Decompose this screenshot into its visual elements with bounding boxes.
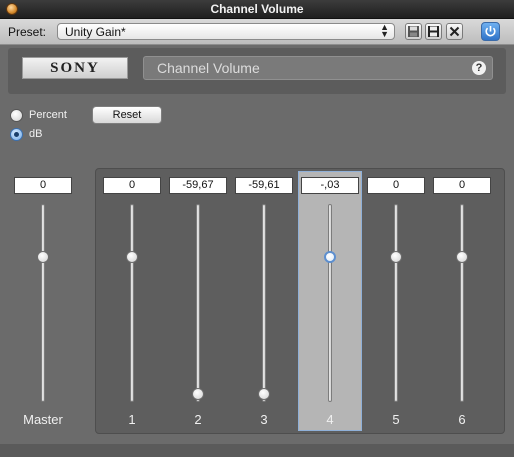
channel-6-fader-track[interactable] bbox=[460, 204, 464, 402]
radio-percent-label: Percent bbox=[29, 109, 67, 121]
bypass-power-button[interactable] bbox=[481, 22, 500, 41]
channel-2-fader-knob[interactable] bbox=[192, 388, 204, 400]
delete-icon bbox=[449, 26, 460, 37]
channel-5-label: 5 bbox=[392, 412, 400, 427]
channel-6-value-field[interactable]: 0 bbox=[433, 177, 491, 194]
title-bar: Channel Volume bbox=[0, 0, 514, 19]
channel-2-value-field[interactable]: -59,67 bbox=[169, 177, 227, 194]
channel-4-label: 4 bbox=[326, 412, 334, 427]
preset-toolbar: Preset: Unity Gain* ▲ ▼ bbox=[0, 19, 514, 45]
radio-db[interactable] bbox=[10, 128, 23, 141]
channel-2-label: 2 bbox=[194, 412, 202, 427]
save-preset-button[interactable] bbox=[405, 23, 422, 40]
window-bottom-edge bbox=[0, 444, 514, 457]
channel-1-value-field[interactable]: 0 bbox=[103, 177, 161, 194]
channel-6-label: 6 bbox=[458, 412, 466, 427]
master-value-field[interactable]: 0 bbox=[14, 177, 72, 194]
channel-3-label: 3 bbox=[260, 412, 268, 427]
channel-5-value-field[interactable]: 0 bbox=[367, 177, 425, 194]
updown-arrows-icon: ▲ ▼ bbox=[380, 22, 389, 39]
preset-dropdown[interactable]: Unity Gain* ▲ ▼ bbox=[57, 23, 395, 40]
power-icon bbox=[485, 26, 496, 37]
master-label: Master bbox=[23, 412, 63, 427]
channel-5-fader-track[interactable] bbox=[394, 204, 398, 402]
channel-3-value-field[interactable]: -59,61 bbox=[235, 177, 293, 194]
plugin-header: SONY Channel Volume ? bbox=[8, 48, 506, 94]
preset-value: Unity Gain* bbox=[65, 25, 126, 39]
save-as-preset-button[interactable] bbox=[425, 23, 442, 40]
master-fader-track[interactable] bbox=[41, 204, 45, 402]
window-title: Channel Volume bbox=[210, 2, 304, 16]
plugin-name: Channel Volume bbox=[157, 60, 260, 76]
channel-3-fader-knob[interactable] bbox=[258, 388, 270, 400]
save-as-icon bbox=[428, 26, 439, 37]
reset-button[interactable]: Reset bbox=[92, 106, 162, 124]
help-icon[interactable]: ? bbox=[472, 61, 486, 75]
channel-1-label: 1 bbox=[128, 412, 136, 427]
plugin-name-field: Channel Volume ? bbox=[143, 56, 493, 80]
channel-4-value-field[interactable]: -,03 bbox=[301, 177, 359, 194]
sony-logo: SONY bbox=[22, 57, 128, 79]
radio-percent[interactable] bbox=[10, 109, 23, 122]
channel-4-fader-track[interactable] bbox=[328, 204, 332, 402]
delete-preset-button[interactable] bbox=[446, 23, 463, 40]
master-fader-knob[interactable] bbox=[37, 251, 49, 264]
channel-1-fader-track[interactable] bbox=[130, 204, 134, 402]
radio-db-label: dB bbox=[29, 128, 43, 140]
save-icon bbox=[408, 26, 419, 37]
channel-2-fader-track[interactable] bbox=[196, 204, 200, 402]
channel-3-fader-track[interactable] bbox=[262, 204, 266, 402]
preset-label: Preset: bbox=[8, 25, 47, 39]
